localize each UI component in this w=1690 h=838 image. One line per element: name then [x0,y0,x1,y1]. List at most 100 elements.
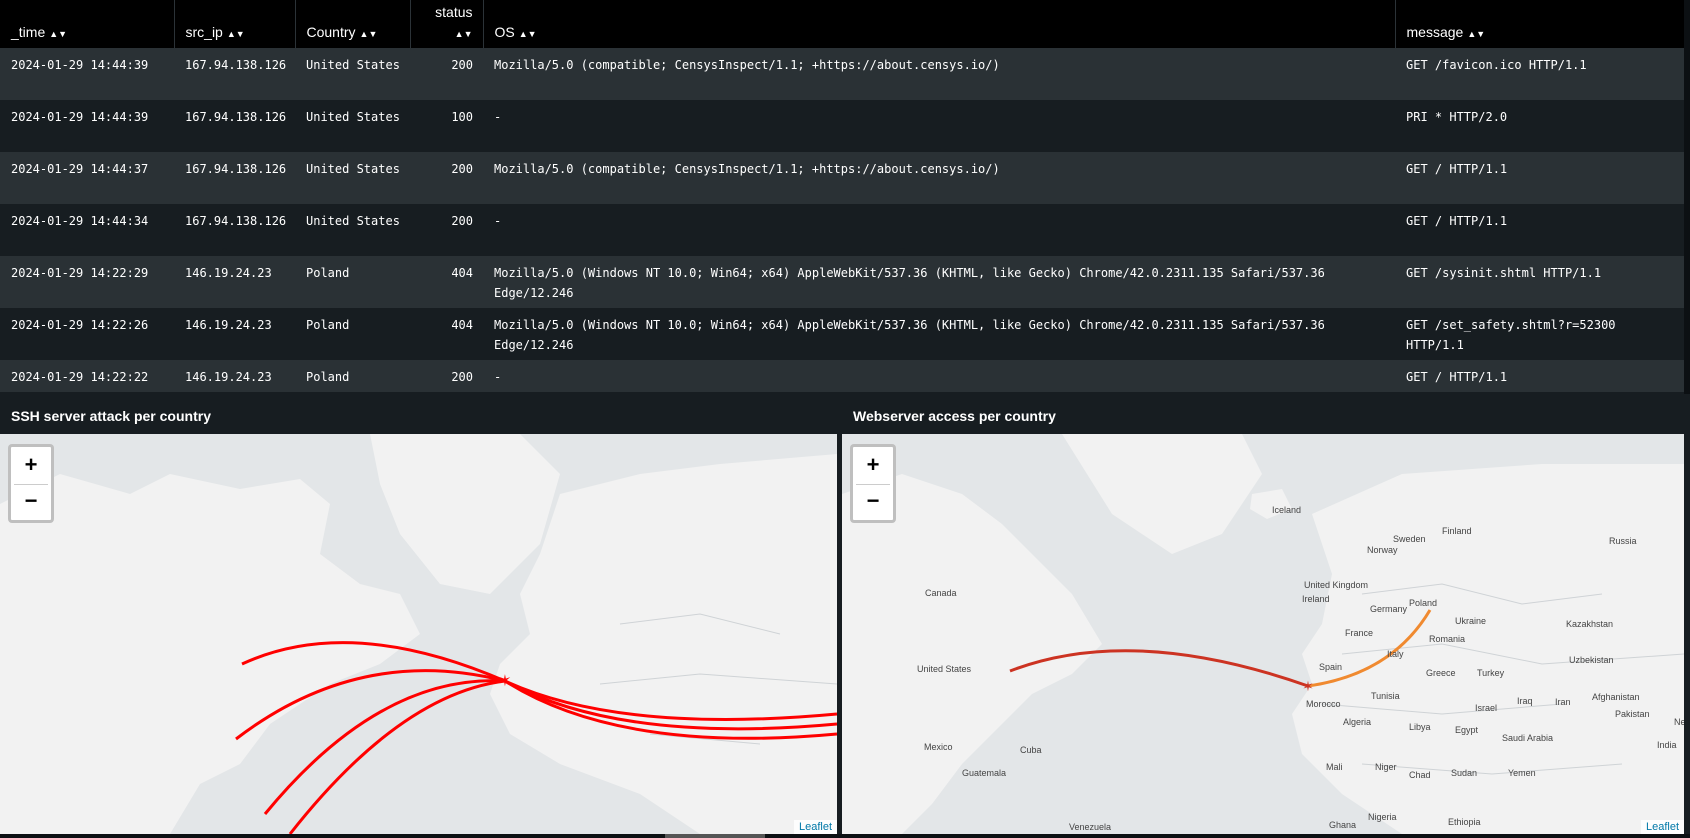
label-ukraine: Ukraine [1455,616,1486,626]
cell-status: 200 [451,214,473,228]
cell-src-ip: 167.94.138.126 [185,110,287,124]
label-saudi-arabia: Saudi Arabia [1502,733,1553,743]
label-nigeria: Nigeria [1368,812,1397,822]
sort-icon[interactable]: ▲▼ [360,29,378,39]
horizontal-scrollbar[interactable] [0,834,1690,838]
label-tunisia: Tunisia [1371,691,1400,701]
label-afghanistan: Afghanistan [1592,692,1640,702]
label-guatemala: Guatemala [962,768,1006,778]
sort-icon[interactable]: ▲▼ [49,29,67,39]
cell-time: 2024-01-29 14:44:34 [11,214,149,228]
cell-message: GET / HTTP/1.1 [1406,370,1508,384]
sort-icon[interactable]: ▲▼ [227,29,245,39]
column-header-src-ip[interactable]: src_ip ▲▼ [174,0,296,48]
column-header-country[interactable]: Country ▲▼ [295,0,411,48]
zoom-out-button[interactable]: − [14,484,48,518]
target-marker-icon: ✶ [1302,679,1314,695]
cell-os: - [494,214,502,228]
sort-icon[interactable]: ▲▼ [1467,29,1485,39]
table-row[interactable]: 2024-01-29 14:44:39 167.94.138.126 Unite… [0,100,1688,152]
cell-time: 2024-01-29 14:44:39 [11,110,149,124]
cell-src-ip: 146.19.24.23 [185,266,272,280]
label-pakistan: Pakistan [1615,709,1650,719]
label-chad: Chad [1409,770,1431,780]
cell-country: United States [306,58,400,72]
cell-country: Poland [306,318,350,332]
label-kazakhstan: Kazakhstan [1566,619,1613,629]
table-row[interactable]: 2024-01-29 14:22:22 146.19.24.23 Poland … [0,360,1688,392]
ssh-attack-map[interactable]: ✶ + − Leaflet [0,434,837,834]
cell-os: Mozilla/5.0 (Windows NT 10.0; Win64; x64… [494,318,1333,352]
sort-icon[interactable]: ▲▼ [519,29,537,39]
zoom-in-button[interactable]: + [14,449,48,482]
label-germany: Germany [1370,604,1408,614]
cell-src-ip: 167.94.138.126 [185,162,287,176]
table-row[interactable]: 2024-01-29 14:44:39 167.94.138.126 Unite… [0,48,1688,100]
map-canvas: ✶ [0,434,837,834]
label-niger: Niger [1375,762,1397,772]
label-france: France [1345,628,1373,638]
label-libya: Libya [1409,722,1431,732]
label-italy: Italy [1387,649,1404,659]
label-turkey: Turkey [1477,668,1505,678]
table-row[interactable]: 2024-01-29 14:22:29 146.19.24.23 Poland … [0,256,1688,308]
webserver-access-map[interactable]: ✶ Iceland Finland Sweden Norway Russia C… [842,434,1684,834]
webserver-access-panel: Webserver access per country ✶ Iceland F… [842,400,1684,834]
column-header-message[interactable]: message ▲▼ [1395,0,1689,48]
label-united-states: United States [917,664,972,674]
zoom-control: + − [8,444,54,523]
cell-time: 2024-01-29 14:22:29 [11,266,149,280]
results-table-container: _time ▲▼ src_ip ▲▼ Country ▲▼ status ▲▼ OS ▲▼… [0,0,1690,394]
table-header-row: _time ▲▼ src_ip ▲▼ Country ▲▼ status ▲▼ OS ▲▼… [0,0,1689,48]
label-greece: Greece [1426,668,1456,678]
label-mexico: Mexico [924,742,953,752]
label-sudan: Sudan [1451,768,1477,778]
cell-message: PRI * HTTP/2.0 [1406,110,1508,124]
label-ethiopia: Ethiopia [1448,817,1481,827]
label-iraq: Iraq [1517,696,1533,706]
label-mali: Mali [1326,762,1343,772]
leaflet-attribution-link[interactable]: Leaflet [793,820,837,834]
column-header-os[interactable]: OS ▲▼ [483,0,1396,48]
label-algeria: Algeria [1343,717,1371,727]
label-ghana: Ghana [1329,820,1356,830]
table-row[interactable]: 2024-01-29 14:22:26 146.19.24.23 Poland … [0,308,1688,360]
label-norway: Norway [1367,545,1398,555]
cell-status: 100 [451,110,473,124]
cell-country: United States [306,110,400,124]
sort-icon[interactable]: ▲▼ [455,29,473,39]
cell-time: 2024-01-29 14:22:26 [11,318,149,332]
cell-message: GET / HTTP/1.1 [1406,214,1508,228]
label-uzbekistan: Uzbekistan [1569,655,1614,665]
label-canada: Canada [925,588,957,598]
zoom-control: + − [850,444,896,523]
zoom-out-button[interactable]: − [856,484,890,518]
zoom-in-button[interactable]: + [856,449,890,482]
cell-country: Poland [306,266,350,280]
cell-time: 2024-01-29 14:22:22 [11,370,149,384]
cell-status: 200 [451,58,473,72]
cell-status: 404 [451,318,473,332]
scrollbar-thumb[interactable] [665,834,765,838]
cell-src-ip: 146.19.24.23 [185,318,272,332]
label-spain: Spain [1319,662,1342,672]
target-marker-icon: ✶ [498,671,511,690]
cell-country: Poland [306,370,350,384]
cell-country: United States [306,162,400,176]
label-ireland: Ireland [1302,594,1330,604]
column-header-time[interactable]: _time ▲▼ [0,0,175,48]
label-yemen: Yemen [1508,768,1536,778]
land-eurasia-africa [1292,464,1684,834]
cell-message: GET /favicon.ico HTTP/1.1 [1406,58,1587,72]
label-finland: Finland [1442,526,1472,536]
cell-src-ip: 146.19.24.23 [185,370,272,384]
cell-time: 2024-01-29 14:44:39 [11,58,149,72]
column-header-status[interactable]: status ▲▼ [410,0,484,48]
leaflet-attribution-link[interactable]: Leaflet [1640,820,1684,834]
table-row[interactable]: 2024-01-29 14:44:34 167.94.138.126 Unite… [0,204,1688,256]
table-row[interactable]: 2024-01-29 14:44:37 167.94.138.126 Unite… [0,152,1688,204]
vertical-scrollbar[interactable] [1684,0,1690,394]
label-israel: Israel [1475,703,1497,713]
label-cuba: Cuba [1020,745,1042,755]
cell-status: 200 [451,370,473,384]
